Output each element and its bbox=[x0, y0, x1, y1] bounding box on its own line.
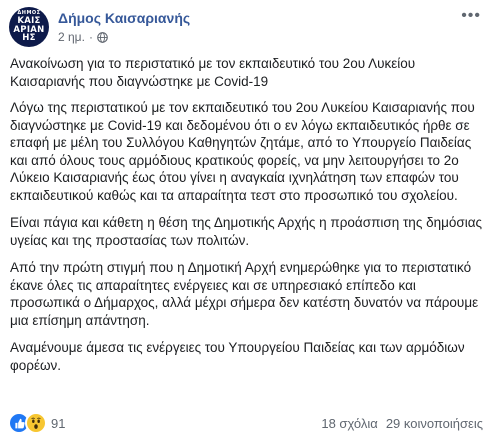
facebook-post: ΔΗΜΟΣ ΚΑΙΣ ΑΡΙΑΝ ΗΣ Δήμος Καισαριανής 2 … bbox=[0, 0, 493, 442]
post-content: Ανακοίνωση για το περιστατικό με τον εκπ… bbox=[10, 55, 485, 384]
post-title: Ανακοίνωση για το περιστατικό με τον εκπ… bbox=[10, 56, 416, 89]
reactions-summary[interactable]: 91 bbox=[8, 412, 65, 434]
reaction-count: 91 bbox=[51, 415, 66, 431]
engagement-stats: 18 σχόλια 29 κοινοποιήσεις bbox=[321, 416, 483, 431]
page-name-link[interactable]: Δήμος Καισαριανής bbox=[58, 10, 190, 26]
post-paragraph: Από την πρώτη στιγμή που η Δημοτική Αρχή… bbox=[10, 260, 479, 328]
post-paragraph: Αναμένουμε άμεσα τις ενέργειες του Υπουρ… bbox=[10, 340, 465, 373]
avatar-logo-line3: ΗΣ bbox=[22, 33, 36, 44]
post-timestamp[interactable]: 2 ημ. bbox=[58, 30, 85, 44]
more-options-icon[interactable]: ••• bbox=[461, 8, 481, 24]
comments-count-link[interactable]: 18 σχόλια bbox=[321, 416, 377, 431]
post-footer: 91 18 σχόλια 29 κοινοποιήσεις bbox=[8, 412, 483, 434]
post-paragraph: Είναι πάγια και κάθετη η θέση της Δημοτι… bbox=[10, 215, 483, 248]
globe-icon bbox=[97, 31, 108, 43]
shares-count-link[interactable]: 29 κοινοποιήσεις bbox=[386, 416, 483, 431]
page-avatar[interactable]: ΔΗΜΟΣ ΚΑΙΣ ΑΡΙΑΝ ΗΣ bbox=[9, 7, 49, 47]
post-paragraph: Λόγω της περιστατικού με τον εκπαιδευτικ… bbox=[10, 100, 475, 203]
post-meta: 2 ημ. · bbox=[58, 30, 108, 44]
wow-reaction-icon bbox=[25, 412, 47, 434]
